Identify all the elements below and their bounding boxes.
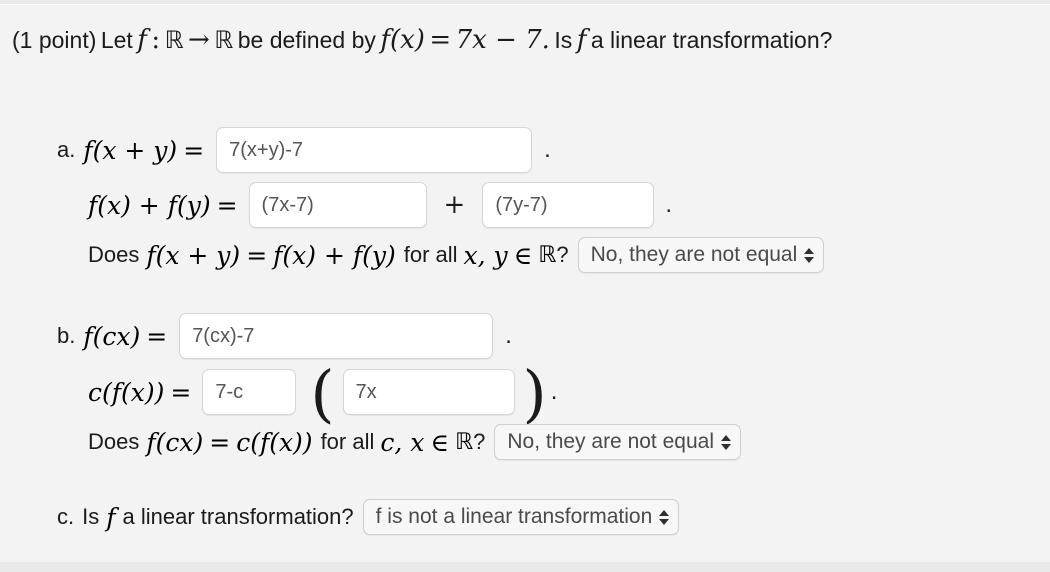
part-b-line1-period: . <box>505 322 512 349</box>
part-a-answer-3-input[interactable] <box>482 182 655 228</box>
part-b-line2-period: . <box>550 378 558 405</box>
problem-page: (1 point) Let f : ℝ → ℝ be defined by f(… <box>0 4 1050 562</box>
part-a-equality-dropdown[interactable]: No, they are not equal <box>577 237 825 273</box>
part-a-question-lhs: f(x + y) <box>146 240 241 270</box>
stem-prefix: Let <box>100 27 133 53</box>
function-symbol: f <box>137 25 147 55</box>
part-a-dropdown-value: No, they are not equal <box>590 243 798 266</box>
colon-symbol: : <box>151 25 161 55</box>
part-a-line1-equals: = <box>183 135 205 165</box>
part-b-line-1: b. f(cx) = . <box>57 313 512 359</box>
stepper-arrows-icon-b <box>720 434 731 450</box>
part-c-marker: c. <box>57 504 75 529</box>
part-a-line1-lhs: f(x + y) <box>83 135 178 165</box>
stem-function-symbol: f <box>576 25 587 55</box>
chevron-down-icon-c <box>659 518 670 525</box>
part-a-marker: a. <box>57 137 76 162</box>
part-a-question-rhs: f(x) + f(y) <box>273 240 396 270</box>
part-c-answer-dropdown[interactable]: f is not a linear transformation <box>362 499 680 535</box>
part-a-line1-period: . <box>544 136 551 163</box>
part-b-line2-lhs: c(f(x)) <box>88 377 165 407</box>
part-b-question-rhs: c(f(x)) <box>236 427 313 457</box>
points-label: (1 point) <box>12 27 97 53</box>
part-b-answer-3-input[interactable] <box>342 369 515 415</box>
part-b-question-row: Does f(cx) = c(f(x)) for all c, x ∈ ℝ ? … <box>88 424 741 460</box>
element-of-icon: ∈ <box>513 240 533 270</box>
part-a-question-mark: ? <box>556 242 569 267</box>
part-a-line-2: f(x) + f(y) = + . <box>88 182 672 228</box>
part-a-question-set: ℝ <box>538 242 557 268</box>
part-a-line2-lhs: f(x) + f(y) <box>88 190 211 220</box>
stem-question-suffix: a linear transformation? <box>590 27 833 53</box>
chevron-up-icon <box>804 247 815 254</box>
definition-equals: = <box>429 25 452 55</box>
part-a-line2-equals: = <box>216 190 238 220</box>
part-b-line1-equals: = <box>146 321 168 351</box>
definition-lhs: f(x) <box>380 25 425 55</box>
element-of-icon-b: ∈ <box>430 427 449 457</box>
part-b-question-lhs: f(cx) <box>146 427 204 457</box>
chevron-down-icon <box>804 256 815 263</box>
chevron-down-icon-b <box>720 443 731 450</box>
part-b-marker: b. <box>57 323 76 348</box>
part-b-line-2: c(f(x)) = ( ) . <box>88 363 558 425</box>
part-c-question-prefix: Is <box>82 504 100 529</box>
stem-question-prefix: Is <box>554 27 573 53</box>
part-a-plus-operator: + <box>443 190 466 220</box>
part-a-does-label: Does <box>88 242 140 267</box>
part-a-line2-period: . <box>665 191 673 218</box>
part-a-question-equals: = <box>246 240 268 270</box>
part-b-question-vars: c, x <box>380 427 425 457</box>
part-b-question-equals: = <box>209 427 231 457</box>
part-a-question-row: Does f(x + y) = f(x) + f(y) for all x, y… <box>88 237 825 273</box>
part-b-dropdown-value: No, they are not equal <box>507 430 714 453</box>
part-c-question-suffix: a linear transformation? <box>122 504 354 529</box>
codomain-set: ℝ <box>214 26 234 54</box>
chevron-up-icon-b <box>720 434 731 441</box>
part-a-question-vars: x, y <box>463 240 508 270</box>
problem-statement: (1 point) Let f : ℝ → ℝ be defined by f(… <box>12 25 832 55</box>
part-b-line1-lhs: f(cx) <box>83 321 141 351</box>
stepper-arrows-icon <box>804 247 815 263</box>
part-b-equality-dropdown[interactable]: No, they are not equal <box>494 424 741 460</box>
part-c-row: c. Is f a linear transformation? f is no… <box>57 499 680 535</box>
part-c-function-symbol: f <box>106 502 116 532</box>
stem-mid: be defined by <box>237 27 376 53</box>
part-b-question-set: ℝ <box>454 429 474 455</box>
domain-set: ℝ <box>164 26 184 54</box>
part-b-answer-1-input[interactable] <box>179 313 494 359</box>
part-a-answer-1-input[interactable] <box>216 127 533 173</box>
part-b-does-label: Does <box>88 429 140 454</box>
part-a-answer-2-input[interactable] <box>248 182 427 228</box>
part-a-forall-label: for all <box>403 242 458 267</box>
part-c-dropdown-value: f is not a linear transformation <box>375 505 653 528</box>
part-b-question-mark: ? <box>473 429 486 454</box>
definition-rhs: 7x − 7. <box>455 25 550 55</box>
part-b-answer-2-input[interactable] <box>202 369 297 415</box>
chevron-up-icon-c <box>659 509 670 516</box>
part-a-line-1: a. f(x + y) = . <box>57 127 551 173</box>
stepper-arrows-icon-c <box>659 509 670 525</box>
part-b-line2-equals: = <box>170 377 192 407</box>
arrow-icon: → <box>188 25 210 55</box>
part-b-forall-label: for all <box>320 429 375 454</box>
